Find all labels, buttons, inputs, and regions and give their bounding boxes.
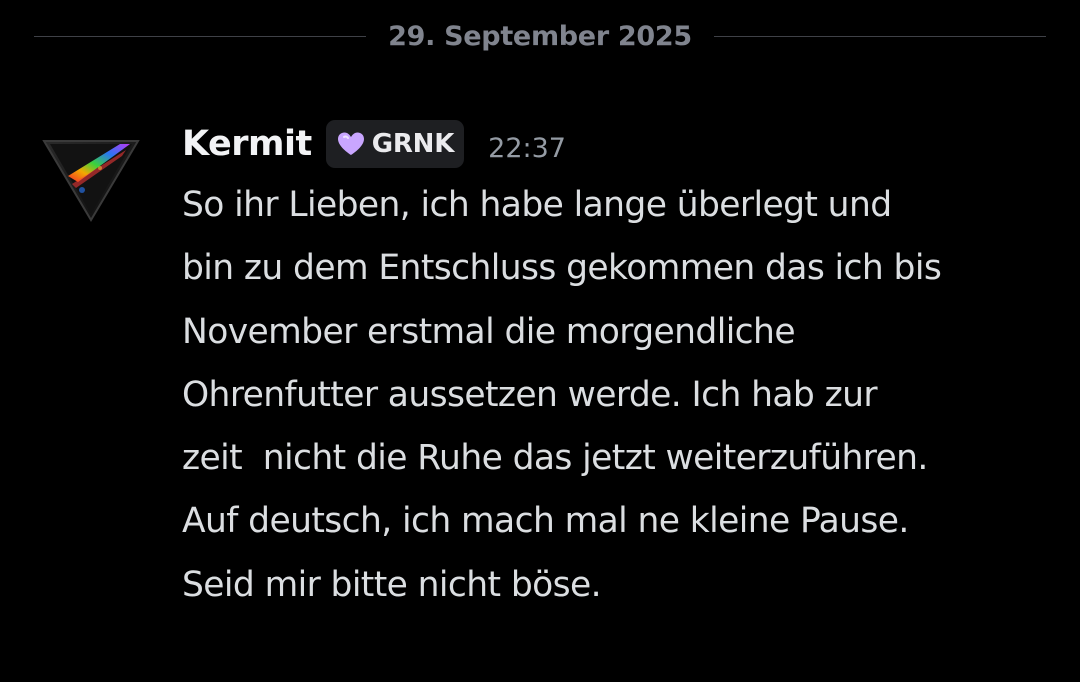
divider-line-left [34, 35, 367, 37]
server-tag-label: GRNK [371, 129, 455, 159]
message-line: So ihr Lieben, ich habe lange überlegt u… [182, 185, 892, 225]
rainbow-triangle-avatar-icon [42, 140, 140, 222]
message-line: November erstmal die morgendliche [182, 311, 796, 352]
avatar[interactable] [42, 124, 140, 222]
message-line: Seid mir bitte nicht böse. [182, 564, 602, 605]
date-divider: 29. September 2025 [34, 18, 1046, 54]
divider-line-right [713, 35, 1046, 37]
author-name[interactable]: Kermit [182, 124, 312, 164]
message-line: bin zu dem Entschluss gekommen das ich b… [182, 248, 942, 289]
date-divider-label: 29. September 2025 [388, 20, 692, 52]
server-tag[interactable]: GRNK [325, 120, 465, 168]
purple-heart-icon [336, 131, 366, 157]
message-line: Ohrenfutter aussetzen werde. Ich hab zur [182, 374, 878, 415]
message-header: Kermit GRNK 22:37 [182, 116, 566, 172]
message-line: Auf deutsch, ich mach mal ne kleine Paus… [182, 501, 909, 542]
message-content: So ihr Lieben, ich habe lange überlegt u… [182, 174, 1062, 617]
message-timestamp: 22:37 [488, 132, 566, 164]
message-line: zeit nicht die Ruhe das jetzt weiterzufü… [182, 438, 928, 479]
